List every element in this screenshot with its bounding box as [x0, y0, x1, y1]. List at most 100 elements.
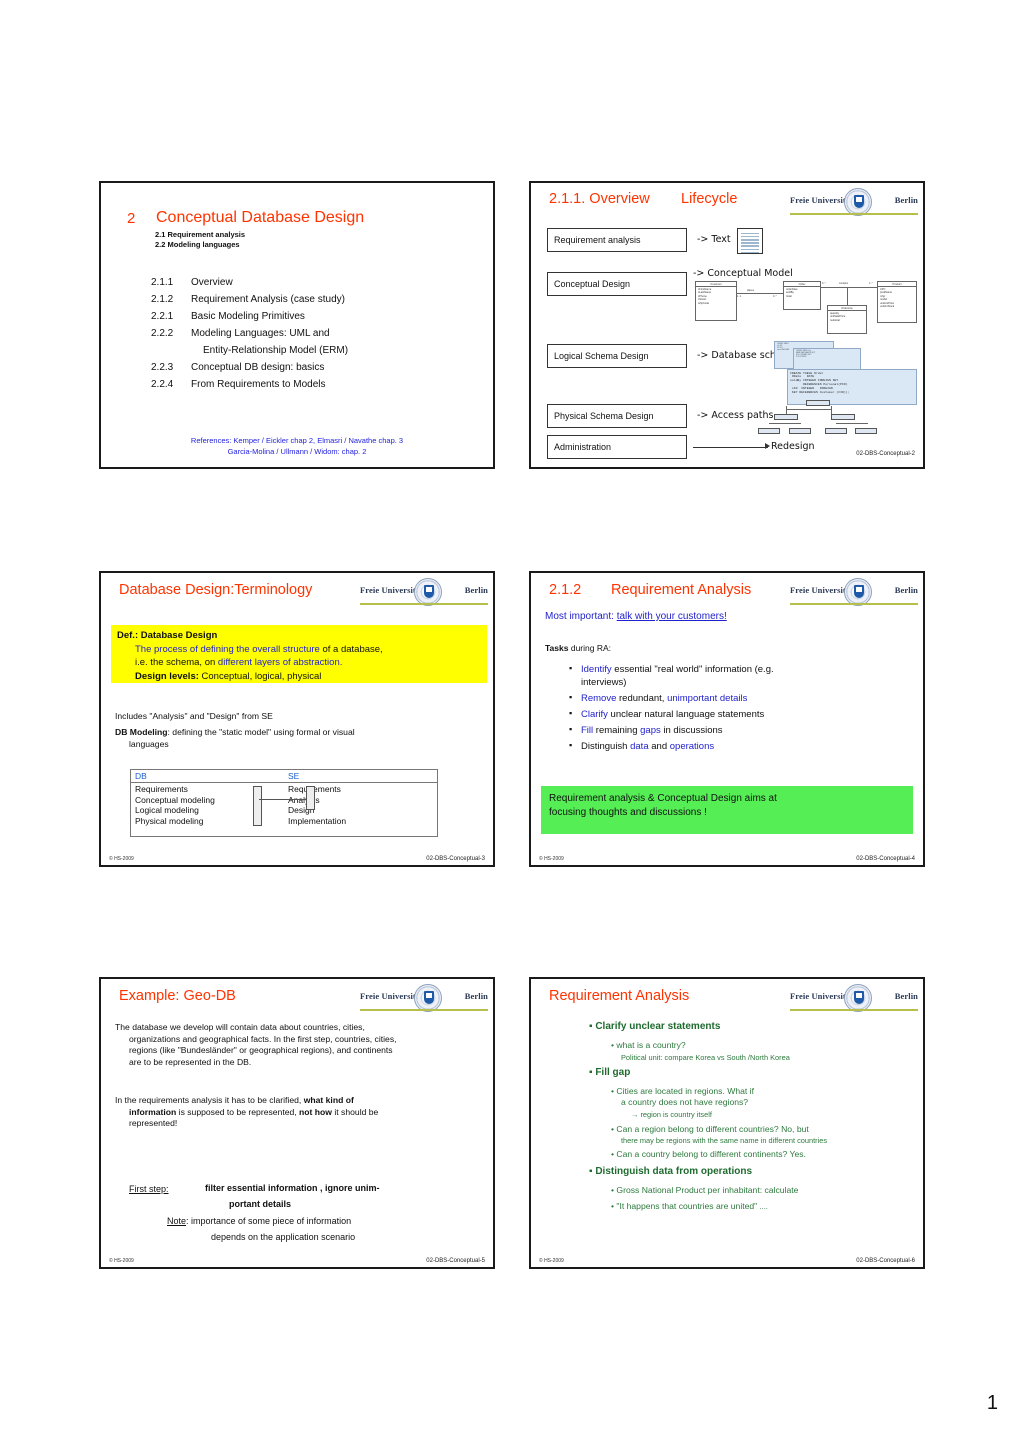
table-header-se: SE [288, 771, 300, 781]
toc-text-cont: Entity-Relationship Model (ERM) [203, 345, 349, 356]
bullet-rest-2: in discussions [660, 725, 723, 736]
page-number: 1 [986, 1392, 998, 1414]
btree-inner-node-left [774, 414, 798, 420]
lifecycle-output-conceptual-model: -> Conceptual Model [693, 268, 793, 279]
slide3-footer-right: 02-DBS-Conceptual-3 [426, 856, 485, 862]
uml-class-diagram: Customer cFirstName cLastName cPhone cSt… [691, 279, 921, 341]
university-seal-icon [844, 578, 872, 606]
btree-leaf-2 [789, 428, 811, 434]
toc-text: Basic Modeling Primitives [191, 311, 305, 322]
redesign-arrow-line [693, 447, 768, 449]
first-step-label-text: First step: [129, 1184, 169, 1194]
greenbox-line-2: focusing thoughts and discussions ! [549, 807, 707, 818]
slide5-footer-right: 02-DBS-Conceptual-5 [426, 1258, 485, 1264]
fu-berlin-logo: Freie Universität Berlin [790, 578, 918, 606]
heading-clarify: ▪ Clarify unclear statements [589, 1021, 721, 1032]
btree-leaf-1 [758, 428, 780, 434]
slide6-footer-right: 02-DBS-Conceptual-6 [856, 1258, 915, 1264]
bracket-right [306, 786, 315, 810]
note-line-2: depends on the application scenario [211, 1232, 356, 1242]
p2-line-1: In the requirements analysis it has to b… [115, 1095, 487, 1107]
greenbox-line-1: Requirement analysis & Conceptual Design… [549, 793, 777, 804]
bullet-ellipsis: .... [759, 1202, 768, 1211]
slide1-toc: 2.1.1 Overview 2.1.2 Requirement Analysis … [151, 277, 491, 396]
definition-highlight-box: Def.: Database Design The process of def… [111, 625, 487, 683]
bullet-political-unit: Political unit: compare Korea vs South /… [621, 1053, 790, 1062]
lead-plain: Most important: [545, 611, 617, 622]
slide6-footer-left: © HS-2009 [539, 1258, 564, 1264]
btree-edge-right-span [836, 423, 868, 424]
btree-edge-left-span [769, 423, 801, 424]
shield-icon [854, 195, 864, 208]
bullet-cities-regions-cont: a country does not have regions? [621, 1097, 749, 1107]
heading-clarify-text: Clarify unclear statements [595, 1021, 721, 1032]
lifecycle-redesign-label: Redesign [771, 441, 815, 452]
slide1-subtitle-2: 2.2 Modeling languages [155, 240, 240, 249]
btree-root-node [806, 400, 830, 406]
btree-leaf-3 [825, 428, 847, 434]
fu-berlin-logo: Freie Universität Berlin [790, 188, 918, 216]
slide2-footer-right: 02-DBS-Conceptual-2 [856, 451, 915, 457]
uml-label-mult-3: 0..* [822, 282, 826, 285]
lead-underlined: talk with your customers! [616, 611, 727, 622]
list-item: Distinguish data and operations [569, 739, 919, 753]
stage-label: Physical Schema Design [554, 411, 654, 421]
shield-icon [424, 991, 434, 1004]
bullet-region-same-name: there may be regions with the same name … [621, 1136, 828, 1145]
note-text: : importance of some piece of informatio… [186, 1216, 352, 1226]
p2-line-3: represented! [129, 1118, 178, 1129]
fu-berlin-logo: Freie Universität Berlin [360, 578, 488, 606]
uml-class-attributes: quantity unitSalePrice /subtotal [830, 312, 846, 322]
bullet-text: what is a country? [616, 1040, 686, 1050]
uml-label-places: places [747, 289, 754, 292]
uml-association-places [737, 293, 783, 294]
p1-line-3: regions (like "Bundesländer" or geograph… [129, 1045, 393, 1056]
uml-class-order: Order orderDate soldBy /total [783, 281, 821, 310]
references-line-1: References: Kemper / Eickler chap 2, Elm… [190, 436, 404, 445]
bullet-text: Can a country belong to different contin… [616, 1149, 806, 1159]
slide6-title: Requirement Analysis [549, 988, 690, 1004]
p2-l1-bold: what kind of [303, 1095, 354, 1105]
bullet-rest: essential "real world" information (e.g. [611, 664, 774, 675]
fu-berlin-logo: Freie Universität Berlin [360, 984, 488, 1012]
list-item: Identify essential "real world" informat… [569, 662, 919, 689]
slide-2-overview-lifecycle: 2.1.1. Overview Lifecycle Freie Universi… [529, 181, 925, 469]
bullet-highlight: Clarify [581, 709, 608, 720]
note-line-1: Note: importance of some piece of inform… [167, 1216, 351, 1226]
slide-1-conceptual-database-design: 2 Conceptual Database Design 2.1 Require… [99, 181, 495, 469]
stage-label: Logical Schema Design [554, 351, 649, 361]
bullet-highlight-2: unimportant details [667, 693, 748, 704]
slide4-lead-line: Most important: talk with your customers… [545, 611, 727, 622]
text-document-icon [737, 228, 763, 254]
lifecycle-output-text: -> Text [697, 234, 731, 245]
slide4-tasks-line: Tasks during RA: [545, 643, 611, 653]
btree-edge-top [786, 409, 832, 410]
references-line-2: Garcia-Molina / Ullmann / Widom: chap. 2 [227, 447, 367, 456]
toc-number: 2.2.2 [151, 328, 174, 339]
toc-number: 2.1.2 [151, 294, 174, 305]
list-item: Clarify unclear natural language stateme… [569, 707, 919, 721]
heading-fill-gap-text: Fill gap [595, 1067, 631, 1078]
logo-right-word: Berlin [894, 585, 918, 595]
uml-class-attributes: orderDate soldBy /total [786, 288, 798, 298]
p2-l2-bold-2: not how [299, 1106, 332, 1117]
bullet-highlight: Identify [581, 664, 612, 675]
slide5-paragraph-2: In the requirements analysis it has to b… [115, 1095, 487, 1130]
uml-class-product: Product UPC prodName mfgr model unitList… [877, 281, 917, 323]
bullet-plain: Distinguish [581, 741, 631, 752]
btree-inner-node-right [831, 414, 855, 420]
table-header-db: DB [135, 771, 147, 781]
heading-fill-gap: ▪ Fill gap [589, 1067, 631, 1078]
slide3-body-2: DB Modeling: defining the "static model"… [115, 727, 485, 750]
slide1-references: References: Kemper / Eickler chap 2, Elm… [101, 435, 493, 457]
bullet-continuation: interviews) [581, 677, 627, 688]
stage-label: Administration [554, 442, 612, 452]
university-seal-icon [844, 984, 872, 1012]
toc-text: Modeling Languages: UML and [191, 328, 330, 339]
slide4-footer-right: 02-DBS-Conceptual-4 [856, 856, 915, 862]
bullet-text: Can a region belong to different countri… [616, 1124, 809, 1134]
slide4-title-text: Requirement Analysis [611, 582, 752, 598]
bullet-highlight: Fill [581, 725, 594, 736]
uml-association-contains [821, 287, 877, 288]
btree-edge-right-v [831, 406, 832, 414]
